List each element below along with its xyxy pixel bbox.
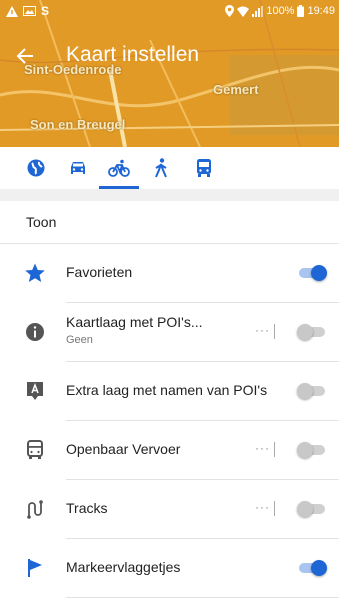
tab-browse-map[interactable] [16,147,56,189]
row-label: Extra laag met namen van POI's [66,382,268,398]
location-icon [225,5,235,17]
section-title: Toon [26,214,57,230]
row-label: Markeervlaggetjes [66,559,181,575]
tracks-toggle[interactable] [297,501,327,517]
tab-car[interactable] [58,147,98,189]
status-bar: S 100% 19:49 [0,0,339,24]
more-options-button[interactable]: ··· [255,323,270,337]
info-icon [26,323,44,341]
tab-bicycle[interactable] [99,147,139,189]
separator [274,501,275,516]
bus-icon [197,159,211,177]
car-icon [71,162,85,174]
globe-icon [27,159,45,177]
more-options-button[interactable]: ··· [255,500,270,514]
separator [274,324,275,339]
battery-percent: 100% [266,5,295,17]
row-tracks[interactable]: Tracks ··· [0,480,339,538]
title-bar: Kaart instellen [0,38,339,74]
page-title: Kaart instellen [66,43,200,66]
flag-icon [28,559,42,577]
tracks-icon [27,500,43,519]
map-label: Gemert [213,82,259,97]
row-label: Favorieten [66,264,133,280]
status-app-letter: S [41,4,50,18]
poi-overlay-toggle[interactable] [297,324,327,340]
row-label: Openbaar Vervoer [66,441,181,457]
poi-labels-toggle[interactable] [297,383,327,399]
poi-labels-icon [27,382,43,400]
divider [66,597,339,598]
separator [274,442,275,457]
profile-tabs [0,147,339,190]
warning-icon [6,5,18,17]
star-icon [25,263,45,282]
bus-icon [27,440,43,459]
row-poi-overlay[interactable]: Kaartlaag met POI's... Geen ··· [0,303,339,361]
image-icon [23,6,36,16]
section-gap [0,189,339,201]
more-options-button[interactable]: ··· [255,441,270,455]
clock: 19:49 [307,5,335,17]
walking-icon [155,158,167,178]
row-label: Tracks [66,500,108,516]
map-markers-toggle[interactable] [297,560,327,576]
favorites-toggle[interactable] [297,265,327,281]
row-label: Kaartlaag met POI's... [66,314,203,330]
tab-public-transport[interactable] [184,147,224,189]
map-label: Son en Breugel [30,117,126,132]
wifi-icon [237,6,250,17]
row-poi-labels[interactable]: Extra laag met namen van POI's [0,362,339,420]
arrow-left-icon [16,48,33,64]
tab-pedestrian[interactable] [141,147,181,189]
row-map-markers[interactable]: Markeervlaggetjes [0,539,339,597]
back-button[interactable] [12,38,42,74]
row-public-transport[interactable]: Openbaar Vervoer ··· [0,421,339,479]
battery-icon [297,5,305,17]
signal-icon [252,5,264,17]
map-header: Sint-Oedenrode Gemert Son en Breugel S 1… [0,0,339,147]
public-transport-toggle[interactable] [297,442,327,458]
bicycle-icon [108,159,130,177]
row-sublabel: Geen [66,334,93,346]
row-favorites[interactable]: Favorieten [0,244,339,302]
